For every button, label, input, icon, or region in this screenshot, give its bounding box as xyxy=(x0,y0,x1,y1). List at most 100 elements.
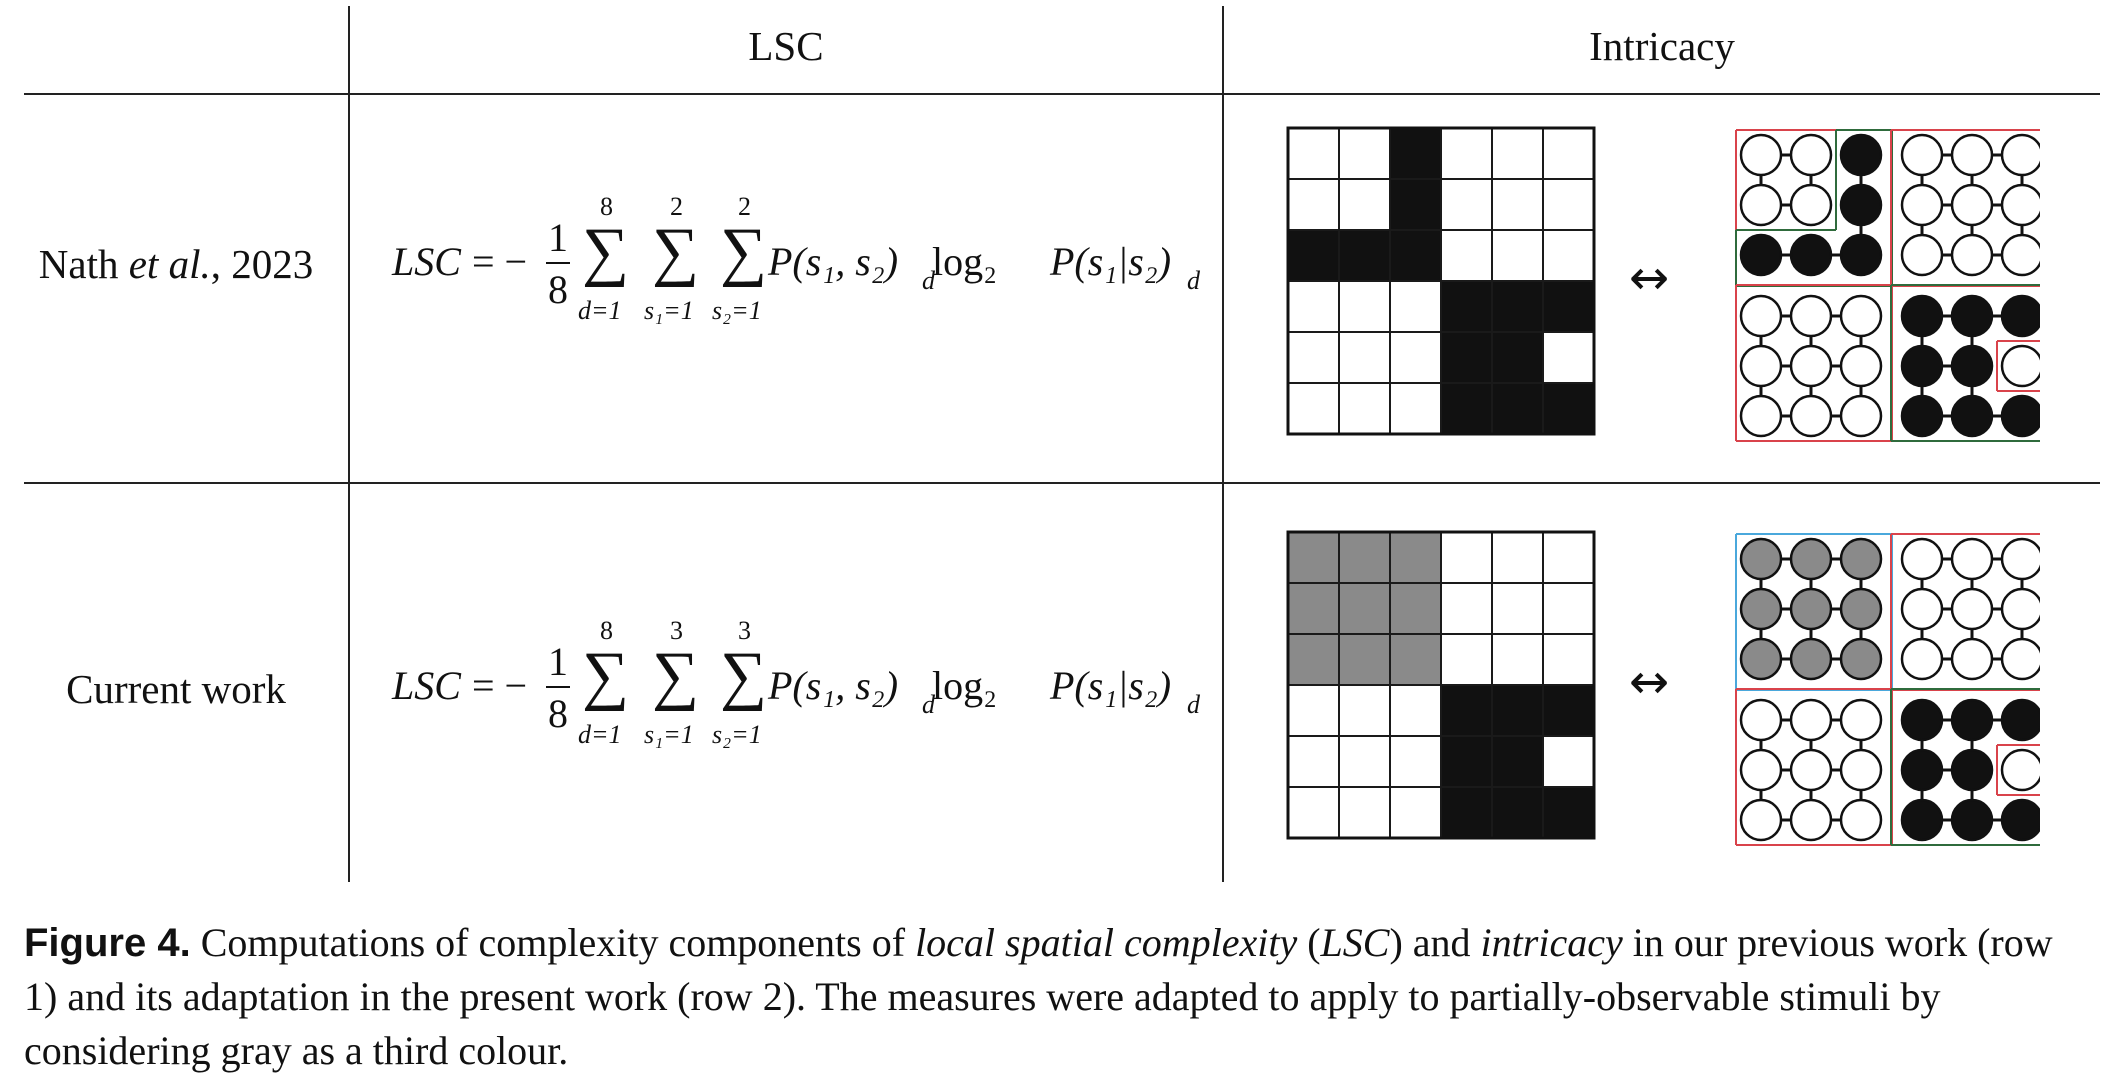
grid-cell xyxy=(1440,178,1493,231)
grid-cell xyxy=(1491,684,1544,737)
graph-node xyxy=(1900,748,1944,792)
graph-node xyxy=(1900,698,1944,742)
grid-cell xyxy=(1338,178,1391,231)
sum2-sigma: ∑ xyxy=(652,215,700,288)
intricacy-panel-row-2: ↔ xyxy=(1286,530,2040,846)
grid-cell xyxy=(1542,331,1595,384)
grid-cell xyxy=(1389,633,1442,686)
grid-cell xyxy=(1338,684,1391,737)
grid-cell xyxy=(1389,735,1442,788)
table-vline-2 xyxy=(1222,6,1224,882)
graph-node xyxy=(1950,183,1994,227)
grid-cell xyxy=(1491,178,1544,231)
graph-node xyxy=(1950,748,1994,792)
row-label-1: Nath et al., 2023 xyxy=(6,240,346,288)
graph-node xyxy=(1839,748,1883,792)
formula-lhs: LSC xyxy=(392,663,461,708)
grid-cell xyxy=(1440,280,1493,333)
lsc-formula-row-1: LSC = − 1 8 8 ∑ d=1 2 ∑ s₁=1 2 ∑ s₂=1 P(… xyxy=(392,192,1200,350)
lsc-formula-row-2: LSC = − 1 8 8 ∑ d=1 3 ∑ s₁=1 3 ∑ s₂=1 P(… xyxy=(392,616,1200,774)
graph-node xyxy=(1839,233,1883,277)
grid-cell xyxy=(1338,582,1391,635)
grid-cell xyxy=(1287,178,1340,231)
graph-node xyxy=(1789,537,1833,581)
graph-node xyxy=(1739,637,1783,681)
grid-cell xyxy=(1491,786,1544,839)
grid-cell xyxy=(1491,229,1544,282)
grid-cell xyxy=(1389,786,1442,839)
grid-cell xyxy=(1338,735,1391,788)
formula-sub-d2: d xyxy=(1187,266,1200,295)
grid-cell xyxy=(1287,331,1340,384)
graph-node xyxy=(1950,233,1994,277)
graph-node xyxy=(2000,183,2040,227)
grid-cell xyxy=(1389,229,1442,282)
graph-node xyxy=(2000,748,2040,792)
graph-node xyxy=(1839,133,1883,177)
grid-cell xyxy=(1338,280,1391,333)
graph-node xyxy=(1950,294,1994,338)
row-label-1-pre: Nath xyxy=(38,241,129,287)
graph-node xyxy=(1789,748,1833,792)
graph-node xyxy=(1839,344,1883,388)
caption-italic-lsc-term: local spatial complexity xyxy=(915,920,1298,965)
graph-node xyxy=(2000,294,2040,338)
graph-node xyxy=(1789,587,1833,631)
graph-node xyxy=(1739,183,1783,227)
table-rule-row xyxy=(24,482,2100,484)
graph-node xyxy=(1839,798,1883,842)
formula-frac-bar xyxy=(546,262,570,264)
grid-cell xyxy=(1542,531,1595,584)
grid-cell xyxy=(1389,331,1442,384)
graph-node xyxy=(1789,133,1833,177)
graph-node xyxy=(1839,637,1883,681)
sum1-sigma: ∑ xyxy=(582,215,630,288)
grid-cell xyxy=(1440,786,1493,839)
graph-node xyxy=(1900,637,1944,681)
graph-node xyxy=(2000,344,2040,388)
double-arrow-icon: ↔ xyxy=(1629,654,1669,710)
graph-node xyxy=(2000,233,2040,277)
grid-cell xyxy=(1542,229,1595,282)
figure-caption: Figure 4. Computations of complexity com… xyxy=(24,916,2094,1078)
grid-cell xyxy=(1287,127,1340,180)
graph-node xyxy=(1789,233,1833,277)
grid-cell xyxy=(1389,531,1442,584)
graph-node xyxy=(1950,394,1994,438)
graph-node xyxy=(1900,133,1944,177)
graph-node xyxy=(1789,798,1833,842)
formula-log: log₂ xyxy=(932,663,998,708)
grid-cell xyxy=(1287,786,1340,839)
graph-node xyxy=(1739,344,1783,388)
sum3-bottom: s₂=1 xyxy=(712,720,762,749)
graph-node xyxy=(2000,587,2040,631)
grid-cell xyxy=(1440,684,1493,737)
sum3-sigma: ∑ xyxy=(720,639,768,712)
caption-text-2: ( xyxy=(1297,920,1321,965)
table-vline-1 xyxy=(348,6,350,882)
grid-cell xyxy=(1491,735,1544,788)
grid-cell xyxy=(1542,382,1595,435)
sum2-bottom: s₁=1 xyxy=(644,720,694,749)
intricacy-panel-row-1: ↔ xyxy=(1286,126,2040,442)
grid-cell xyxy=(1389,684,1442,737)
grid-cell xyxy=(1491,582,1544,635)
grid-cell xyxy=(1491,127,1544,180)
graph-node xyxy=(1900,537,1944,581)
grid-cell xyxy=(1338,382,1391,435)
grid-cell xyxy=(1542,633,1595,686)
graph-node xyxy=(1950,344,1994,388)
graph-node xyxy=(1950,698,1994,742)
graph-node xyxy=(1789,294,1833,338)
graph-node xyxy=(1789,344,1833,388)
graph-node xyxy=(2000,133,2040,177)
grid-cell xyxy=(1287,280,1340,333)
graph-node xyxy=(1789,183,1833,227)
graph-node xyxy=(2000,394,2040,438)
grid-cell xyxy=(1440,735,1493,788)
grid-cell xyxy=(1287,382,1340,435)
formula-cond-prob: P(s₁|s₂) xyxy=(1050,663,1172,708)
grid-cell xyxy=(1491,633,1544,686)
graph-node xyxy=(1789,698,1833,742)
graph-node xyxy=(1900,587,1944,631)
